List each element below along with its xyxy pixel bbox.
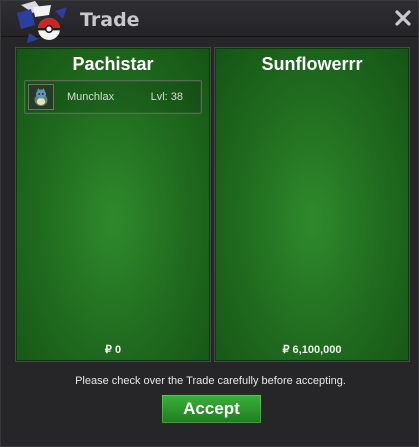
accept-button[interactable]: Accept <box>161 394 262 424</box>
title-bar[interactable]: Trade <box>1 1 418 43</box>
trade-notice: Please check over the Trade carefully be… <box>75 375 346 387</box>
trade-item-row[interactable]: Munchlax Lvl: 38 <box>24 80 202 114</box>
trade-panel-sunflowerrr: Sunflowerrr ₽ 6,100,000 <box>214 47 410 362</box>
money-offer: ₽ 6,100,000 <box>282 344 342 356</box>
trade-window: Trade Pachistar Munchlax Lvl: 38 ₽ 0 Sun… <box>0 0 419 447</box>
trader-name: Pachistar <box>72 54 154 74</box>
trader-name: Sunflowerrr <box>261 54 363 74</box>
item-level: Lvl: 38 <box>150 91 183 103</box>
game-logo-icon <box>17 1 67 43</box>
trade-panel-pachistar: Pachistar Munchlax Lvl: 38 ₽ 0 <box>15 47 211 362</box>
window-title: Trade <box>80 9 140 31</box>
item-name: Munchlax <box>67 91 115 103</box>
close-icon[interactable] <box>394 9 412 27</box>
munchlax-sprite-icon <box>28 84 54 110</box>
money-offer: ₽ 0 <box>104 344 122 356</box>
